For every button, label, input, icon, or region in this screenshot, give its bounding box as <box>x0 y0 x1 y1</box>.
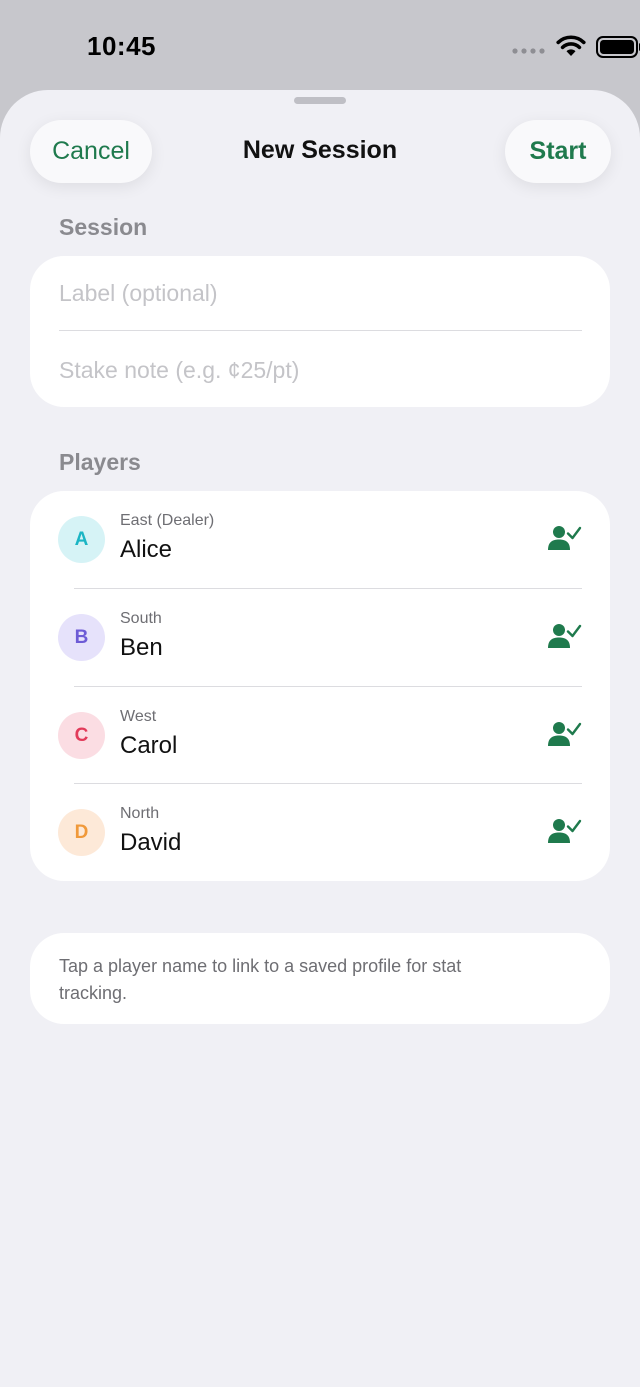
avatar: A <box>58 516 105 563</box>
person-check-icon[interactable] <box>548 720 582 748</box>
stake-note-field[interactable]: Stake note (e.g. ¢25/pt) <box>59 333 582 407</box>
battery-icon <box>596 36 640 58</box>
person-check-icon[interactable] <box>548 524 582 552</box>
session-section-header: Session <box>59 214 148 240</box>
players-card: A East (Dealer) Alice B South Ben C West <box>30 491 610 881</box>
seat-label: East (Dealer) <box>120 512 215 529</box>
avatar: D <box>58 809 105 856</box>
wifi-icon <box>556 35 586 56</box>
player-name[interactable]: Alice <box>120 536 172 564</box>
status-bar: 10:45 <box>0 0 640 92</box>
session-card: Label (optional) Stake note (e.g. ¢25/pt… <box>30 256 610 407</box>
sheet-grabber[interactable] <box>294 97 346 104</box>
player-name[interactable]: David <box>120 829 181 857</box>
hint-text: Tap a player name to link to a saved pro… <box>59 956 462 1003</box>
seat-label: West <box>120 708 157 725</box>
new-session-sheet: Cancel New Session Start Session Label (… <box>0 90 640 1387</box>
status-time: 10:45 <box>87 31 156 61</box>
player-name[interactable]: Carol <box>120 732 177 760</box>
field-divider <box>59 330 582 331</box>
seat-label: North <box>120 805 160 822</box>
person-check-icon[interactable] <box>548 817 582 845</box>
hint-card: Tap a player name to link to a saved pro… <box>30 933 610 1024</box>
avatar: B <box>58 614 105 661</box>
player-row-ben[interactable]: B South Ben <box>30 589 610 686</box>
person-check-icon[interactable] <box>548 622 582 650</box>
player-row-david[interactable]: D North David <box>30 784 610 881</box>
players-section-header: Players <box>59 449 141 475</box>
player-row-carol[interactable]: C West Carol <box>30 687 610 784</box>
player-name[interactable]: Ben <box>120 634 163 662</box>
label-field[interactable]: Label (optional) <box>59 256 582 330</box>
avatar: C <box>58 712 105 759</box>
signal-icon <box>512 48 545 54</box>
seat-label: South <box>120 610 162 627</box>
start-button[interactable]: Start <box>505 120 611 183</box>
player-row-alice[interactable]: A East (Dealer) Alice <box>30 491 610 588</box>
